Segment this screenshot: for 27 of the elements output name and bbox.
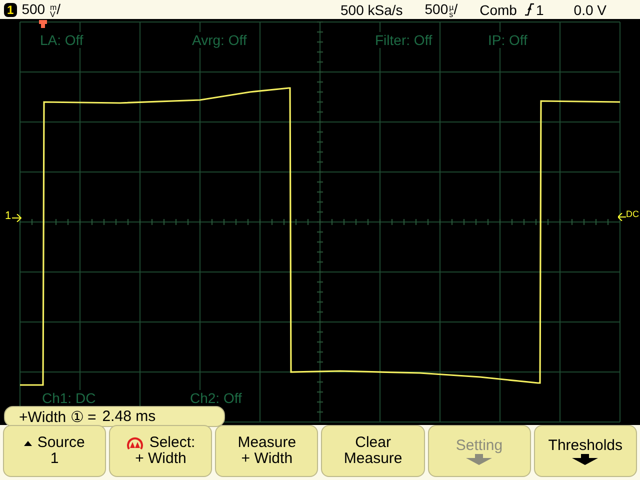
screen-label: Ch1: DC bbox=[40, 390, 98, 406]
softkey[interactable]: Source 1 bbox=[3, 425, 106, 477]
trigger-marker-icon bbox=[39, 20, 47, 28]
arrow-down-icon bbox=[466, 454, 492, 464]
screen-label: IP: Off bbox=[486, 32, 530, 48]
trigger-level: 0.0 V bbox=[574, 2, 606, 18]
screen-label: Filter: Off bbox=[373, 32, 434, 48]
arrow-down-icon bbox=[572, 454, 598, 464]
knob-icon bbox=[126, 436, 144, 450]
rising-edge-icon bbox=[524, 3, 534, 16]
ground-marker: 1 bbox=[3, 210, 14, 222]
arrow-right-icon bbox=[12, 214, 22, 222]
trigger-mode: Comb bbox=[480, 2, 517, 18]
channel-badge: 1 bbox=[4, 2, 17, 16]
arrow-left-icon bbox=[618, 213, 626, 221]
softkey[interactable]: Measure + Width bbox=[215, 425, 318, 477]
coupling-marker: DC bbox=[626, 209, 639, 219]
screen-label: LA: Off bbox=[38, 32, 86, 48]
screen-label: Avrg: Off bbox=[190, 32, 249, 48]
softkey[interactable]: Select: + Width bbox=[109, 425, 212, 477]
softkey[interactable]: Clear Measure bbox=[321, 425, 425, 477]
measurement-readout: +Width ① = 2.48 ms bbox=[4, 406, 225, 427]
caret-up-icon bbox=[24, 440, 32, 446]
sample-rate: 500 kSa/s bbox=[340, 2, 403, 18]
screen-label: Ch2: Off bbox=[188, 390, 244, 406]
trigger-source: 1 bbox=[536, 2, 544, 18]
softkey[interactable]: Thresholds bbox=[534, 425, 637, 477]
